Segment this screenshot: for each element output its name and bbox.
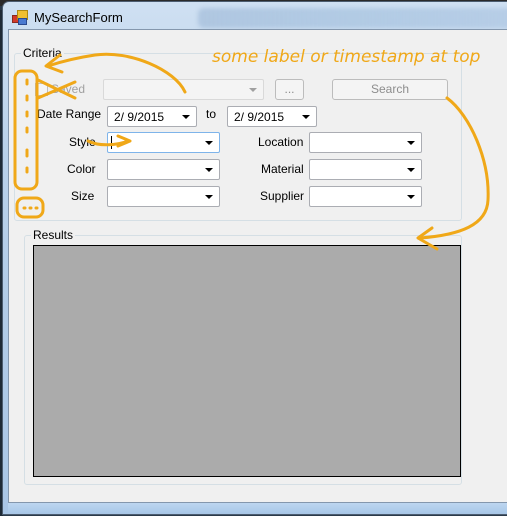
title-bar[interactable]: MySearchForm [3, 2, 507, 31]
style-label: Style [69, 135, 96, 149]
search-button[interactable]: Search [332, 79, 448, 100]
chevron-down-icon [302, 115, 310, 119]
window-title: MySearchForm [34, 10, 123, 25]
saved-checkbox[interactable] [35, 83, 48, 96]
app-icon [12, 10, 28, 25]
supplier-combo[interactable] [309, 186, 422, 207]
chevron-down-icon [407, 195, 415, 199]
date-from-picker[interactable]: 2/ 9/2015 [107, 106, 197, 127]
date-to-picker[interactable]: 2/ 9/2015 [227, 106, 317, 127]
size-label: Size [71, 189, 95, 203]
criteria-group-label: Criteria [21, 46, 64, 60]
material-combo[interactable] [309, 159, 422, 180]
date-range-label: Date Range [37, 107, 102, 121]
material-label: Material [261, 162, 304, 176]
saved-search-combo[interactable] [103, 79, 264, 100]
results-group-label: Results [31, 228, 76, 242]
color-combo[interactable] [107, 159, 220, 180]
location-combo[interactable] [309, 132, 422, 153]
results-grid[interactable] [33, 245, 461, 477]
chevron-down-icon [407, 168, 415, 172]
chevron-down-icon [249, 88, 257, 92]
color-label: Color [67, 162, 96, 176]
style-combo[interactable] [107, 132, 220, 153]
chevron-down-icon [205, 168, 213, 172]
chevron-down-icon [205, 141, 213, 145]
chevron-down-icon [205, 195, 213, 199]
size-combo[interactable] [107, 186, 220, 207]
browse-button[interactable]: ... [275, 79, 304, 100]
text-caret [111, 136, 112, 149]
annotation-text: some label or timestamp at top [212, 47, 481, 67]
window-bottom-border [8, 503, 507, 513]
supplier-label: Supplier [260, 189, 305, 203]
saved-label: Saved [51, 82, 86, 96]
chevron-down-icon [407, 141, 415, 145]
chevron-down-icon [182, 115, 190, 119]
form-client-area: Criteria Saved ... Search Date Range 2/ … [8, 29, 507, 503]
background-window-title-blurred [198, 8, 507, 28]
location-label: Location [258, 135, 304, 149]
to-label: to [206, 107, 217, 121]
